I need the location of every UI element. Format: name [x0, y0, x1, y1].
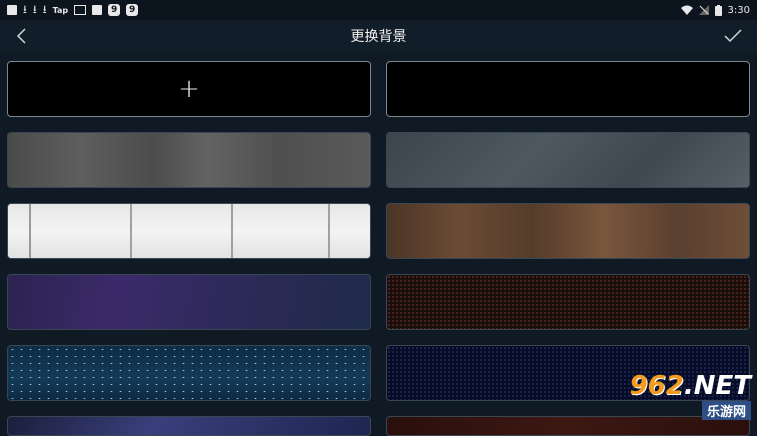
app-notification-icon — [92, 5, 103, 15]
image-icon — [74, 5, 87, 15]
background-option-red-dot-mesh[interactable] — [386, 274, 750, 330]
background-option-blue-rays[interactable] — [7, 416, 371, 436]
background-option-grey-wood[interactable] — [7, 132, 371, 188]
clock: 3:30 — [727, 4, 750, 16]
confirm-button[interactable] — [721, 24, 745, 48]
download-icon: ⭳ — [42, 3, 47, 16]
check-icon — [724, 29, 742, 43]
plus-icon: + — [178, 74, 200, 104]
battery-icon — [714, 4, 722, 16]
status-bar: ⭳ ⭳ ⭳ Tap 9 9 3:30 — [0, 0, 757, 20]
back-button[interactable] — [10, 24, 34, 48]
background-option-black[interactable] — [386, 61, 750, 117]
watermark-suffix: .NET — [683, 371, 751, 401]
site-watermark: 962.NET 乐游网 — [616, 373, 751, 420]
watermark-site-name: 乐游网 — [701, 401, 751, 420]
download-icon: ⭳ — [32, 3, 37, 16]
nine-icon: 9 — [108, 4, 121, 16]
status-left-icons: ⭳ ⭳ ⭳ Tap 9 9 — [0, 3, 139, 16]
background-option-brown-wood[interactable] — [386, 203, 750, 259]
watermark-number: 962 — [629, 371, 684, 401]
background-option-slate-stone[interactable] — [386, 132, 750, 188]
nine-icon: 9 — [126, 4, 139, 16]
watermark-logo: 962.NET — [630, 373, 751, 399]
background-option-dark-red[interactable] — [386, 416, 750, 436]
wifi-icon — [680, 5, 693, 15]
page-title: 更换背景 — [350, 29, 407, 45]
app-notification-icon — [7, 5, 17, 15]
signal-off-icon — [698, 5, 709, 15]
status-right-icons: 3:30 — [680, 4, 757, 16]
add-background-tile[interactable]: + — [7, 61, 371, 117]
chevron-left-icon — [16, 28, 26, 44]
tap-text: Tap — [52, 5, 69, 15]
background-option-white-wood[interactable] — [7, 203, 371, 259]
download-icon: ⭳ — [23, 3, 27, 16]
background-option-purple-gradient[interactable] — [7, 274, 371, 330]
header-bar: 更换背景 — [0, 20, 757, 52]
background-option-starry-sky[interactable] — [7, 345, 371, 401]
